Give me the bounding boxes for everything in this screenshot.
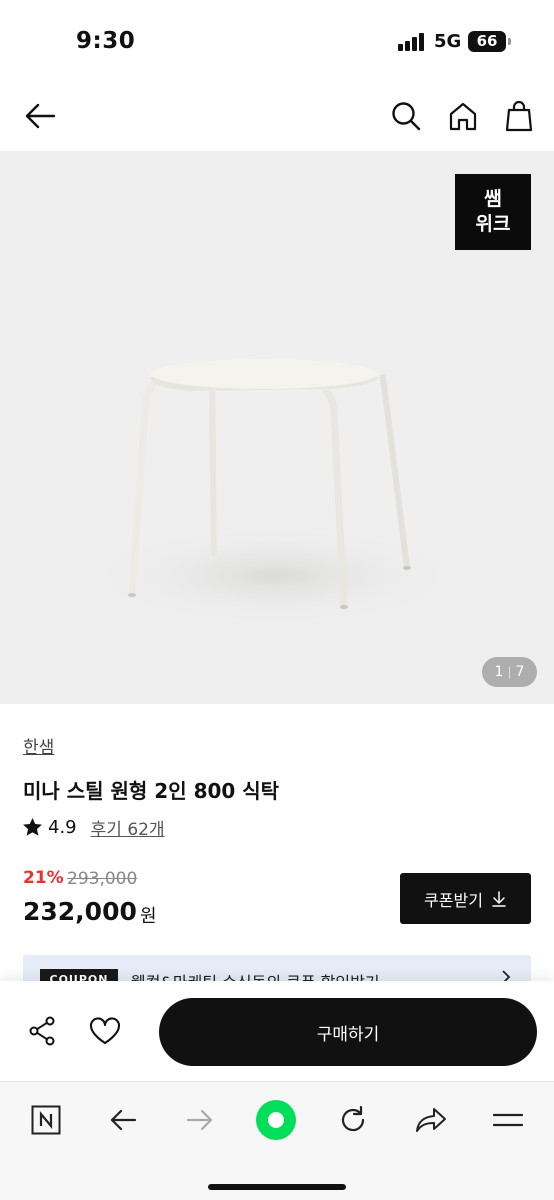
review-count-link[interactable]: 후기 62개 [91, 815, 165, 840]
home-indicator [208, 1184, 346, 1190]
product-image-gallery[interactable]: 쌤 위크 1 | 7 [0, 151, 554, 704]
browser-toolbar [0, 1081, 554, 1200]
forward-arrow-icon [186, 1109, 213, 1131]
refresh-button[interactable] [331, 1098, 375, 1142]
image-counter: 1 | 7 [482, 657, 537, 687]
rating-value: 4.9 [48, 816, 77, 838]
status-time: 9:30 [76, 28, 136, 54]
price-unit: 원 [140, 906, 157, 927]
app-header [0, 84, 554, 150]
browser-share-button[interactable] [409, 1098, 453, 1142]
arrow-left-icon [25, 103, 56, 129]
naver-icon [31, 1105, 61, 1135]
discount-rate: 21% [23, 868, 64, 888]
share-arrow-icon [416, 1108, 446, 1132]
image-counter-separator: | [507, 665, 512, 679]
sale-price: 232,000 [23, 897, 137, 926]
buy-now-button[interactable]: 구매하기 [159, 998, 537, 1066]
battery-icon: 66 [468, 31, 506, 52]
product-title: 미나 스틸 원형 2인 800 식탁 [23, 779, 280, 803]
refresh-icon [341, 1105, 365, 1132]
network-label: 5G [434, 31, 462, 52]
purchase-bar: 구매하기 [0, 981, 554, 1081]
coupon-download-button[interactable]: 쿠폰받기 [400, 873, 531, 924]
coupon-download-label: 쿠폰받기 [424, 890, 483, 910]
home-button[interactable] [443, 96, 483, 136]
cart-button[interactable] [499, 96, 539, 136]
search-button[interactable] [386, 96, 426, 136]
like-button[interactable] [85, 1011, 125, 1051]
signal-icon [398, 33, 426, 51]
menu-icon [492, 1113, 524, 1127]
shopping-bag-icon [505, 100, 533, 132]
rating-row: 4.9 후기 62개 [23, 815, 165, 840]
share-button[interactable] [22, 1011, 62, 1051]
share-icon [29, 1016, 55, 1046]
naver-button[interactable] [24, 1098, 68, 1142]
green-record-icon [256, 1100, 296, 1140]
promo-badge: 쌤 위크 [455, 174, 531, 250]
image-counter-current: 1 [494, 664, 504, 680]
original-price: 293,000 [67, 869, 138, 889]
image-counter-total: 7 [515, 664, 525, 680]
brand-link[interactable]: 한샘 [23, 733, 54, 758]
back-arrow-icon [110, 1109, 137, 1131]
search-icon [392, 102, 421, 131]
home-icon [449, 102, 477, 131]
back-button[interactable] [20, 96, 60, 136]
heart-icon [89, 1017, 121, 1045]
download-icon [492, 890, 506, 907]
buy-now-label: 구매하기 [316, 1024, 380, 1045]
battery-tip [508, 38, 511, 45]
browser-menu-button[interactable] [486, 1098, 530, 1142]
star-icon [23, 818, 42, 836]
browser-forward-button[interactable] [178, 1098, 222, 1142]
promo-badge-text: 쌤 위크 [475, 188, 511, 235]
green-dot-button[interactable] [254, 1098, 298, 1142]
status-bar: 9:30 5G 66 [0, 0, 554, 84]
browser-back-button[interactable] [101, 1098, 145, 1142]
